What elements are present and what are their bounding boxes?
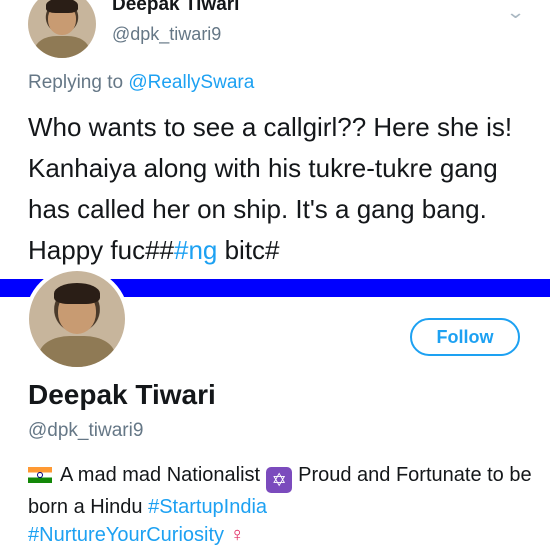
replying-to-link[interactable]: @ReallySwara [128,72,254,93]
bio-part1: A mad mad Nationalist [60,464,261,486]
tweet-text: Who wants to see a callgirl?? Here she i… [28,107,538,271]
chevron-down-icon[interactable]: ⌄ [506,2,526,23]
avatar-shirt [34,36,90,58]
india-flag-icon [28,467,52,483]
profile-handle: @dpk_tiwari9 [28,420,144,441]
avatar[interactable] [28,0,96,58]
replying-to: Replying to @ReallySwara [28,72,254,94]
hashtag-nurtureyourcuriosity[interactable]: #NurtureYourCuriosity [28,524,224,546]
profile-avatar[interactable] [25,267,129,371]
star-of-david-icon: ✡ [266,467,293,493]
profile-card: Follow Deepak Tiwari @dpk_tiwari9 A mad … [0,267,550,550]
tweet-text-part2: bitc# [217,235,280,265]
reply-tweet[interactable]: Deepak Tiwari @dpk_tiwari9 ⌄ Replying to… [0,0,550,278]
replying-prefix: Replying to [28,72,129,93]
venus-symbol-icon: ♀ [229,524,245,546]
avatar-hair [53,282,101,304]
profile-bio: A mad mad Nationalist ✡ Proud and Fortunat… [28,461,538,549]
hashtag-startupindia[interactable]: #StartupIndia [148,496,267,518]
tweet-hashtag[interactable]: #ng [174,235,217,265]
avatar-hair [45,0,79,14]
avatar-shirt [38,336,116,367]
author-handle[interactable]: @dpk_tiwari9 [112,24,221,45]
follow-button[interactable]: Follow [410,318,520,356]
author-name[interactable]: Deepak Tiwari [112,0,239,16]
profile-name: Deepak Tiwari [28,379,216,410]
